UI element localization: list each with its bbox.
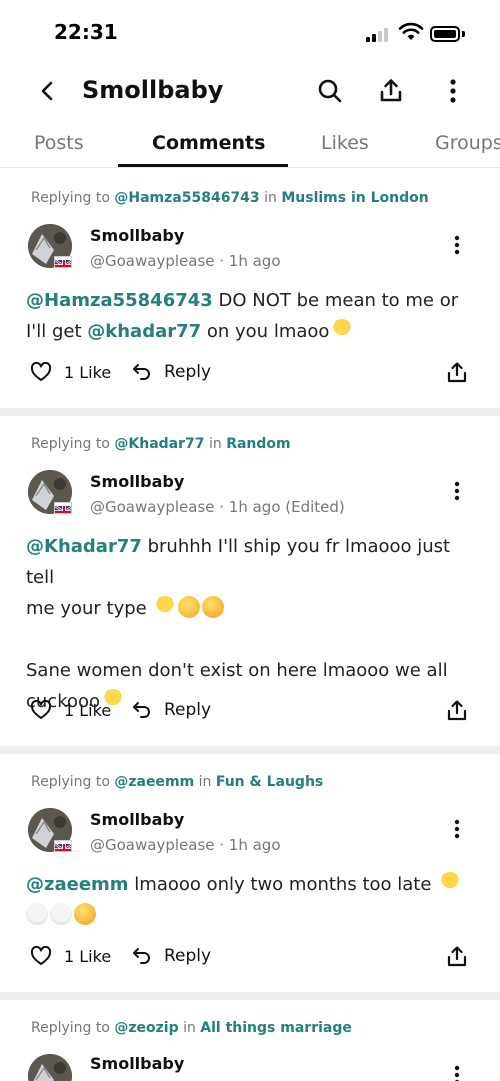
- comment-divider: [0, 746, 500, 754]
- comment-more-button[interactable]: [444, 814, 470, 844]
- uk-flag-icon: [54, 502, 72, 514]
- tab-comments[interactable]: Comments: [152, 132, 265, 154]
- comment-more-button[interactable]: [444, 230, 470, 260]
- group-link[interactable]: Random: [226, 436, 290, 452]
- group-link[interactable]: Muslims in London: [281, 190, 428, 206]
- like-count: 1 Like: [64, 700, 112, 720]
- comment-card[interactable]: Replying to @zeozip in All things marria…: [0, 1000, 500, 1081]
- cellular-signal-icon: [366, 28, 392, 42]
- comment-card[interactable]: Replying to @zaeemm in Fun & Laughs Smol…: [0, 754, 500, 992]
- comment-divider: [0, 992, 500, 1000]
- app-header: Smollbaby: [0, 62, 500, 118]
- kissing-face-emoji-icon: [202, 596, 225, 618]
- mention-link[interactable]: @Khadar77: [26, 536, 142, 557]
- author-name[interactable]: Smollbaby: [90, 226, 184, 245]
- reply-user-link[interactable]: @Khadar77: [114, 436, 204, 452]
- skull-emoji-icon: [50, 903, 72, 925]
- author-name[interactable]: Smollbaby: [90, 810, 184, 829]
- reply-user-link[interactable]: @zeozip: [114, 1020, 178, 1036]
- comment-card[interactable]: Replying to @Khadar77 in Random Smollbab…: [0, 416, 500, 746]
- tab-posts[interactable]: Posts: [34, 132, 84, 154]
- crying-face-emoji-icon: [74, 903, 96, 925]
- tab-groups[interactable]: Groups: [435, 132, 500, 154]
- like-button[interactable]: 1 Like: [30, 362, 111, 382]
- like-button[interactable]: 1 Like: [30, 946, 111, 966]
- profile-tabs: Posts Comments Likes Groups: [0, 118, 500, 168]
- chevron-left-icon: [41, 81, 53, 101]
- reply-arrow-icon: [133, 948, 150, 964]
- reply-button[interactable]: Reply: [132, 362, 211, 382]
- comment-text: @Khadar77 bruhhh I'll ship you fr lmaooo…: [26, 536, 451, 712]
- search-button[interactable]: [313, 74, 347, 108]
- more-vertical-icon: [454, 1065, 460, 1081]
- author-name[interactable]: Smollbaby: [90, 1054, 184, 1073]
- like-count: 1 Like: [64, 946, 112, 966]
- skull-emoji-icon: [26, 903, 48, 925]
- status-bar: 22:31: [0, 0, 500, 62]
- comment-more-button[interactable]: [444, 1060, 470, 1081]
- comment-more-button[interactable]: [444, 476, 470, 506]
- comment-text: @zaeemm lmaooo only two months too late: [26, 869, 476, 931]
- share-icon: [380, 79, 402, 102]
- reply-context: Replying to @Hamza55846743 in Muslims in…: [31, 190, 429, 206]
- back-button[interactable]: [30, 74, 64, 108]
- heart-icon: [30, 946, 52, 965]
- reply-button[interactable]: Reply: [132, 946, 211, 966]
- comment-divider: [0, 408, 500, 416]
- comment-card[interactable]: Replying to @Hamza55846743 in Muslims in…: [0, 168, 500, 408]
- like-button[interactable]: 1 Like: [30, 700, 111, 720]
- avatar[interactable]: [28, 1054, 72, 1081]
- share-comment-button[interactable]: [446, 946, 468, 972]
- wifi-icon: [398, 22, 424, 42]
- share-icon: [447, 362, 467, 383]
- mention-link[interactable]: @zaeemm: [26, 874, 129, 895]
- comment-meta: @Goawayplease · 1h ago: [90, 252, 281, 270]
- share-icon: [447, 946, 467, 967]
- tab-likes[interactable]: Likes: [321, 132, 369, 154]
- group-link[interactable]: All things marriage: [200, 1020, 352, 1036]
- mention-link[interactable]: @khadar77: [87, 321, 201, 342]
- comment-actions: 1 Like Reply: [30, 944, 470, 974]
- more-vertical-icon: [450, 79, 456, 103]
- more-vertical-icon: [454, 819, 460, 839]
- reply-arrow-icon: [133, 364, 150, 380]
- comment-actions: 1 Like Reply: [30, 360, 470, 390]
- uk-flag-icon: [54, 840, 72, 852]
- more-vertical-icon: [454, 235, 460, 255]
- page-title: Smollbaby: [82, 76, 224, 104]
- comment-meta: @Goawayplease · 1h ago: [90, 836, 281, 854]
- share-comment-button[interactable]: [446, 362, 468, 388]
- hatching-chick-emoji-icon: [439, 872, 462, 894]
- reply-context: Replying to @zeozip in All things marria…: [31, 1020, 352, 1036]
- hatching-chick-emoji-icon: [154, 596, 177, 618]
- smiling-face-emoji-icon: [178, 596, 201, 618]
- reply-arrow-icon: [133, 702, 150, 718]
- reply-context: Replying to @zaeemm in Fun & Laughs: [31, 774, 324, 790]
- group-link[interactable]: Fun & Laughs: [216, 774, 323, 790]
- like-count: 1 Like: [64, 362, 112, 382]
- reply-user-link[interactable]: @Hamza55846743: [114, 190, 259, 206]
- battery-icon: [430, 26, 460, 42]
- uk-flag-icon: [54, 256, 72, 268]
- author-name[interactable]: Smollbaby: [90, 472, 184, 491]
- mention-link[interactable]: @Hamza55846743: [26, 290, 213, 311]
- reply-user-link[interactable]: @zaeemm: [114, 774, 194, 790]
- comment-text: @Hamza55846743 DO NOT be mean to me or I…: [26, 290, 459, 342]
- hatching-chick-emoji-icon: [331, 319, 354, 341]
- share-icon: [447, 700, 467, 721]
- reply-button[interactable]: Reply: [132, 700, 211, 720]
- search-icon: [318, 79, 342, 103]
- comment-actions: 1 Like Reply: [30, 698, 470, 728]
- share-comment-button[interactable]: [446, 700, 468, 726]
- more-vertical-icon: [454, 481, 460, 501]
- status-time: 22:31: [54, 20, 118, 44]
- more-options-button[interactable]: [436, 74, 470, 108]
- active-tab-indicator: [118, 164, 288, 167]
- heart-icon: [30, 700, 52, 719]
- heart-icon: [30, 362, 52, 381]
- reply-context: Replying to @Khadar77 in Random: [31, 436, 291, 452]
- share-profile-button[interactable]: [374, 74, 408, 108]
- comment-meta: @Goawayplease · 1h ago (Edited): [90, 498, 345, 516]
